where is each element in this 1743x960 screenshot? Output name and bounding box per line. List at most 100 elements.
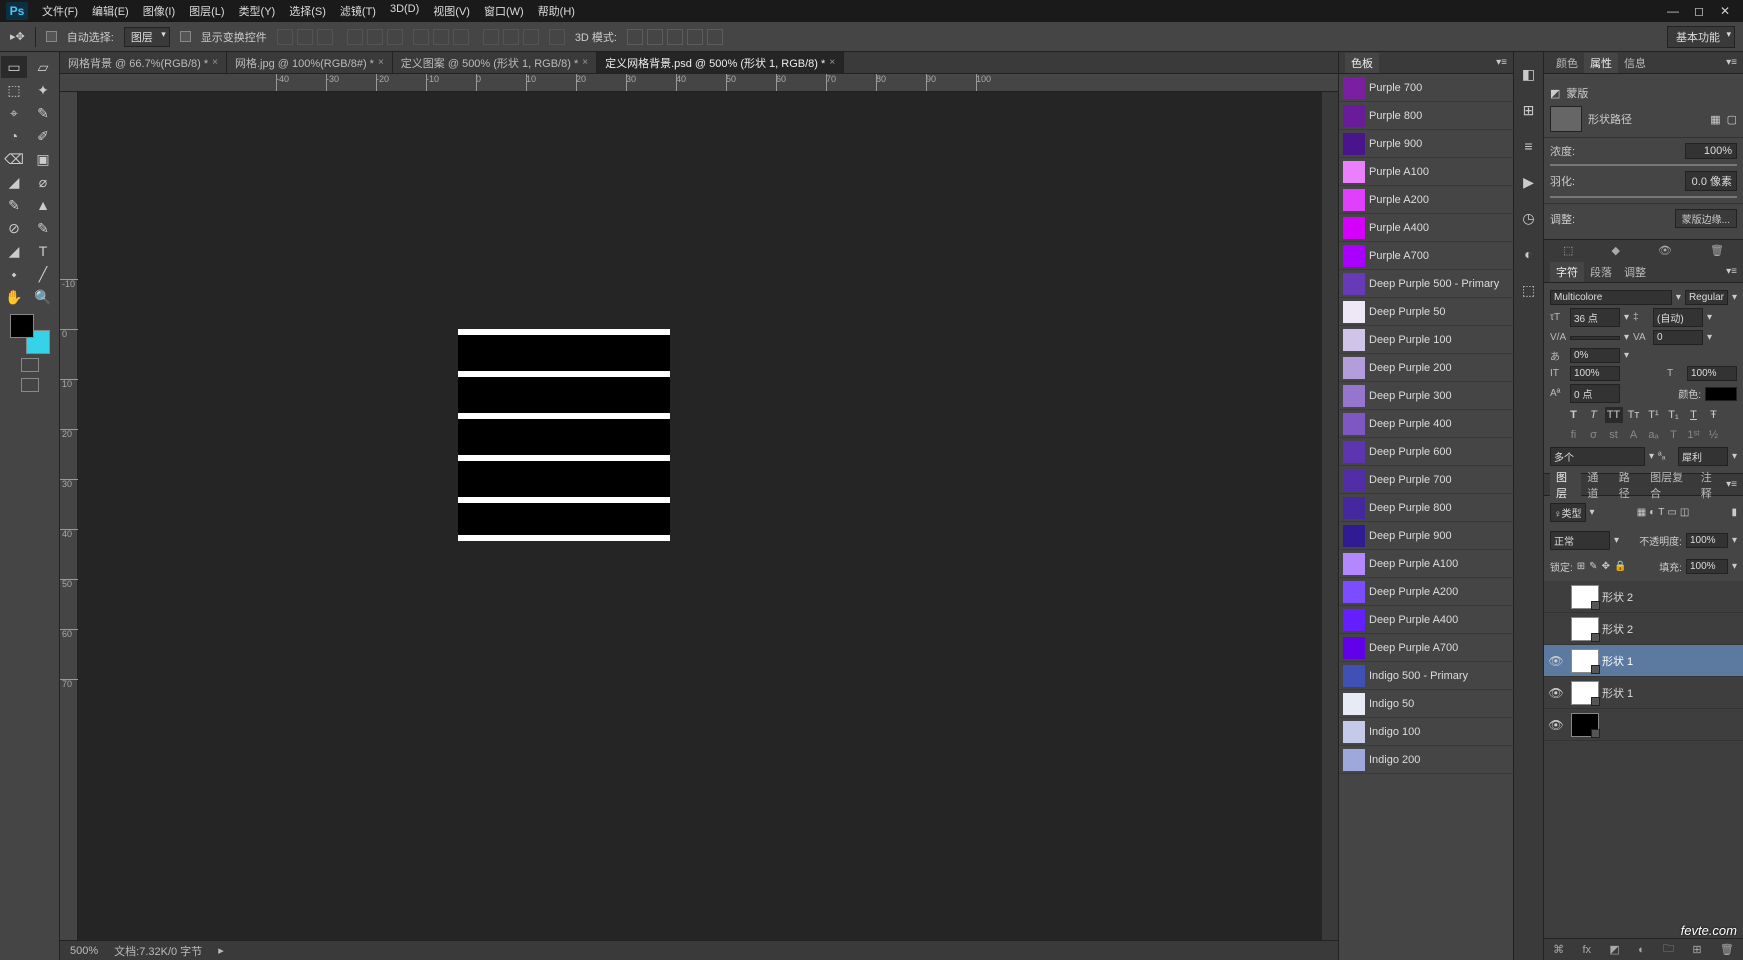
dropdown-icon[interactable]: ▾ xyxy=(1732,535,1737,546)
swatch-item[interactable]: Deep Purple A400 xyxy=(1339,606,1513,634)
swatch-item[interactable]: Deep Purple 700 xyxy=(1339,466,1513,494)
swatch-item[interactable]: Purple A200 xyxy=(1339,186,1513,214)
layer-opacity[interactable]: 100% xyxy=(1686,533,1728,548)
tool-button[interactable]: ⬩ xyxy=(1,263,27,285)
character-tab[interactable]: 字符 xyxy=(1550,262,1584,282)
auto-select-checkbox[interactable] xyxy=(46,31,57,42)
zoom-level[interactable]: 500% xyxy=(70,945,98,957)
swatch-item[interactable]: Deep Purple A700 xyxy=(1339,634,1513,662)
allcaps-button[interactable]: TT xyxy=(1605,407,1623,423)
canvas[interactable] xyxy=(78,92,1338,960)
dropdown-icon[interactable]: ▾ xyxy=(1624,350,1629,361)
layers-list[interactable]: 形状 2形状 2👁形状 1👁形状 1👁 xyxy=(1544,581,1743,938)
swatch-item[interactable]: Deep Purple A100 xyxy=(1339,550,1513,578)
color-tab[interactable]: 颜色 xyxy=(1550,53,1584,73)
navigator-icon[interactable]: ◧ xyxy=(1519,64,1539,84)
dropdown-icon[interactable]: ▾ xyxy=(1649,451,1654,462)
swatch-item[interactable]: Deep Purple 50 xyxy=(1339,298,1513,326)
mask-edge-button[interactable]: 蒙版边缘... xyxy=(1675,209,1737,228)
swatch-item[interactable]: Purple A100 xyxy=(1339,158,1513,186)
visibility-toggle[interactable]: 👁 xyxy=(1544,654,1568,668)
text-color-chip[interactable] xyxy=(1705,387,1737,401)
layer-filter-kind[interactable]: ♀类型 xyxy=(1550,503,1586,522)
dropdown-icon[interactable]: ▾ xyxy=(1624,312,1629,323)
pan-icon[interactable] xyxy=(647,29,663,45)
titling-icon[interactable]: A xyxy=(1625,427,1643,443)
swatch-item[interactable]: Indigo 500 - Primary xyxy=(1339,662,1513,690)
tool-button[interactable]: ◔ xyxy=(1,125,27,147)
layer-name[interactable]: 形状 2 xyxy=(1602,621,1739,637)
lock-all-icon[interactable]: 🔒 xyxy=(1614,561,1626,572)
language[interactable]: 多个 xyxy=(1550,447,1645,466)
layer-row[interactable]: 形状 2 xyxy=(1544,613,1743,645)
mask-thumbnail[interactable] xyxy=(1550,106,1582,132)
distribute-icon[interactable] xyxy=(523,29,539,45)
panel-menu-icon[interactable]: ▾≡ xyxy=(1496,57,1507,68)
fractions-icon[interactable]: T xyxy=(1665,427,1683,443)
tsume[interactable]: 0% xyxy=(1570,348,1620,363)
quick-mask-toggle[interactable] xyxy=(21,358,39,372)
tool-button[interactable]: ⬚ xyxy=(1,79,27,101)
layer-name[interactable]: 形状 2 xyxy=(1602,589,1739,605)
workspace-switcher[interactable]: 基本功能 xyxy=(1667,26,1735,48)
menu-item[interactable]: 图像(I) xyxy=(137,1,181,21)
dolly-icon[interactable] xyxy=(667,29,683,45)
filter-shape-icon[interactable]: ▭ xyxy=(1667,507,1676,518)
tracking[interactable]: 0 xyxy=(1653,330,1703,345)
menu-item[interactable]: 视图(V) xyxy=(427,1,476,21)
apply-mask-icon[interactable]: ◆ xyxy=(1611,244,1619,257)
align-icon[interactable] xyxy=(387,29,403,45)
document-tab[interactable]: 定义图案 @ 500% (形状 1, RGB/8) *× xyxy=(393,52,597,73)
paragraph-tab[interactable]: 段落 xyxy=(1584,262,1618,282)
horizontal-scale[interactable]: 100% xyxy=(1687,366,1737,381)
close-button[interactable]: ✕ xyxy=(1713,3,1737,19)
font-size[interactable]: 36 点 xyxy=(1570,308,1620,327)
swatch-item[interactable]: Deep Purple 800 xyxy=(1339,494,1513,522)
panel-menu-icon[interactable]: ▾≡ xyxy=(1726,57,1737,68)
tool-button[interactable]: ✐ xyxy=(30,125,56,147)
slide-icon[interactable] xyxy=(687,29,703,45)
swatch-list[interactable]: Purple 700Purple 800Purple 900Purple A10… xyxy=(1339,74,1513,960)
scrollbar-vertical[interactable] xyxy=(1322,92,1338,944)
ligatures-icon[interactable]: fi xyxy=(1565,427,1583,443)
layer-thumbnail[interactable] xyxy=(1571,681,1599,705)
color-picker[interactable] xyxy=(10,314,50,354)
feather-slider[interactable] xyxy=(1550,196,1737,198)
tool-button[interactable]: ▲ xyxy=(30,194,56,216)
adjustments-icon[interactable]: ◐ xyxy=(1519,244,1539,264)
tool-button[interactable]: ▭ xyxy=(1,56,27,78)
tool-button[interactable]: ✎ xyxy=(1,194,27,216)
auto-select-target[interactable]: 图层 xyxy=(124,27,170,47)
swatch-item[interactable]: Deep Purple 400 xyxy=(1339,410,1513,438)
tool-button[interactable]: ⌀ xyxy=(30,171,56,193)
new-adjustment-icon[interactable]: ◐ xyxy=(1638,944,1645,956)
menu-item[interactable]: 选择(S) xyxy=(283,1,332,21)
minimize-button[interactable]: — xyxy=(1661,3,1685,19)
disable-mask-icon[interactable]: 👁 xyxy=(1658,244,1672,257)
align-icon[interactable] xyxy=(297,29,313,45)
swatch-item[interactable]: Deep Purple 600 xyxy=(1339,438,1513,466)
load-selection-icon[interactable]: ⬚ xyxy=(1563,244,1573,257)
tool-button[interactable]: ✎ xyxy=(30,217,56,239)
new-group-icon[interactable]: 🗀 xyxy=(1663,940,1674,959)
visibility-toggle[interactable]: 👁 xyxy=(1544,686,1568,700)
swatch-item[interactable]: Deep Purple 300 xyxy=(1339,382,1513,410)
dropdown-icon[interactable]: ▾ xyxy=(1732,451,1737,462)
show-controls-checkbox[interactable] xyxy=(180,31,191,42)
document-tab[interactable]: 网格.jpg @ 100%(RGB/8#) *× xyxy=(227,52,393,73)
dropdown-icon[interactable]: ▾ xyxy=(1732,292,1737,303)
foreground-color[interactable] xyxy=(10,314,34,338)
smallcaps-button[interactable]: Tᴛ xyxy=(1625,407,1643,423)
density-field[interactable]: 100% xyxy=(1685,143,1737,159)
menu-item[interactable]: 编辑(E) xyxy=(86,1,135,21)
ruler-horizontal[interactable]: -40-30-20-100102030405060708090100 xyxy=(60,74,1338,92)
move-tool-icon[interactable]: ▸✥ xyxy=(10,30,25,43)
history-icon[interactable]: ◷ xyxy=(1519,208,1539,228)
info-icon[interactable]: ≡ xyxy=(1519,136,1539,156)
layer-row[interactable]: 👁形状 1 xyxy=(1544,645,1743,677)
density-slider[interactable] xyxy=(1550,164,1737,166)
swatch-item[interactable]: Purple 700 xyxy=(1339,74,1513,102)
ordinals-icon[interactable]: aₐ xyxy=(1645,427,1663,443)
status-flyout-icon[interactable]: ▸ xyxy=(218,944,224,957)
filter-toggle[interactable]: ▮ xyxy=(1731,507,1737,518)
